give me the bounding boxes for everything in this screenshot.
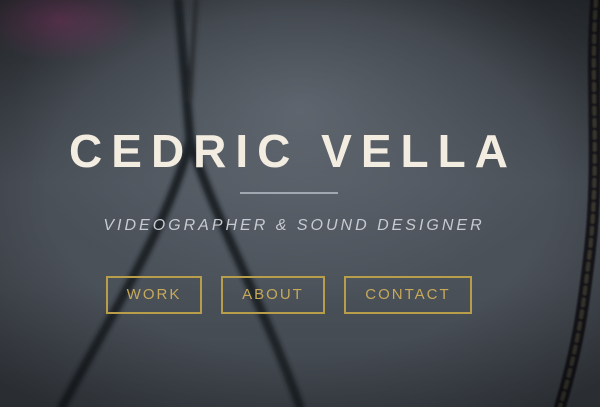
title-divider [240, 192, 338, 194]
contact-button[interactable]: CONTACT [344, 276, 472, 314]
hero-background: CEDRIC VELLA VIDEOGRAPHER & SOUND DESIGN… [0, 0, 600, 407]
about-button[interactable]: ABOUT [221, 276, 325, 314]
work-button[interactable]: WORK [106, 276, 202, 314]
hero-content: CEDRIC VELLA VIDEOGRAPHER & SOUND DESIGN… [0, 0, 600, 407]
main-nav: WORK ABOUT CONTACT [0, 276, 600, 316]
site-tagline: VIDEOGRAPHER & SOUND DESIGNER [103, 217, 485, 234]
site-title: CEDRIC VELLA [69, 125, 517, 177]
